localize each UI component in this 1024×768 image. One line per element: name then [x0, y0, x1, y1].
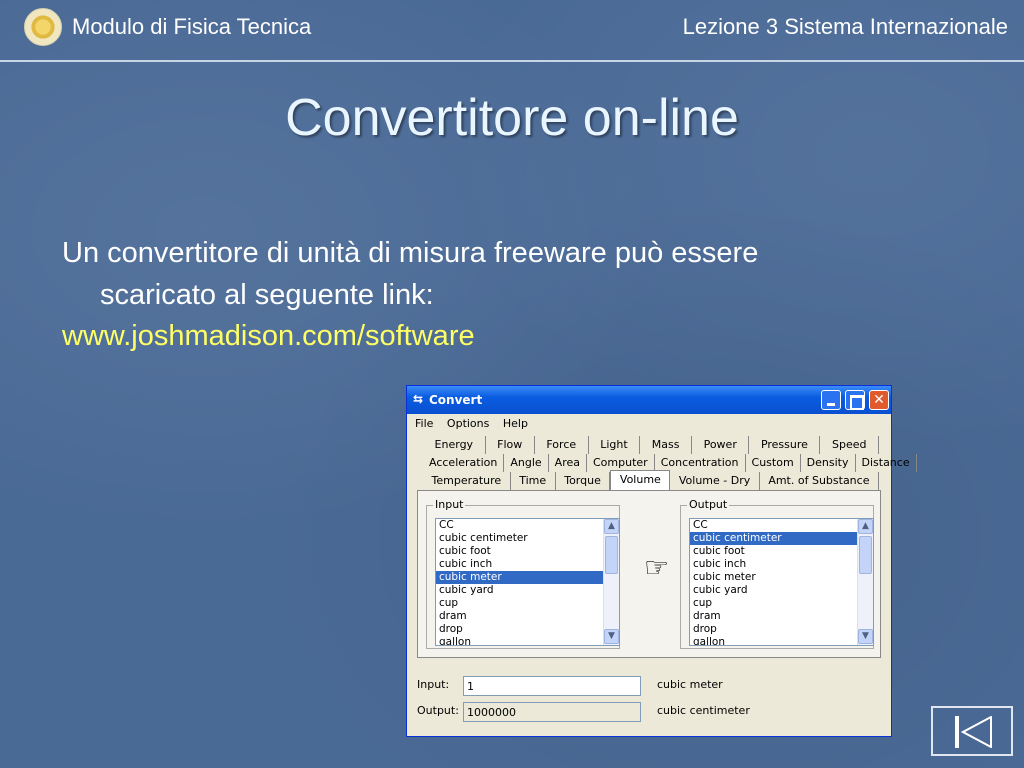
menu-bar: File Options Help	[407, 414, 891, 434]
pointing-hand-icon: ☞	[644, 551, 670, 584]
input-group: Input CC cubic centimeter cubic foot cub…	[426, 498, 620, 649]
tab-row-3: Temperature Time Torque Volume Volume - …	[423, 470, 879, 490]
tab-power[interactable]: Power	[692, 436, 750, 454]
software-link[interactable]: www.joshmadison.com/software	[62, 320, 475, 353]
close-button[interactable]: ✕	[869, 390, 889, 410]
maximize-button[interactable]	[845, 390, 865, 410]
last-slide-button[interactable]	[931, 706, 1013, 756]
list-item[interactable]: drop	[690, 623, 857, 636]
scroll-thumb[interactable]	[859, 536, 872, 574]
window-title: Convert	[429, 393, 483, 407]
input-unit-label: cubic meter	[657, 678, 723, 691]
university-seal-icon	[24, 8, 62, 46]
tab-custom[interactable]: Custom	[746, 454, 801, 472]
volume-panel: Input CC cubic centimeter cubic foot cub…	[417, 490, 881, 658]
scroll-up-icon[interactable]: ▲	[858, 519, 873, 534]
tab-amt-of-substance[interactable]: Amt. of Substance	[760, 472, 879, 490]
tab-speed[interactable]: Speed	[820, 436, 880, 454]
header-course-title: Modulo di Fisica Tecnica	[72, 14, 312, 39]
tab-energy[interactable]: Energy	[423, 436, 486, 454]
tab-distance[interactable]: Distance	[856, 454, 917, 472]
input-group-label: Input	[433, 498, 466, 511]
list-item[interactable]: cubic centimeter	[436, 532, 603, 545]
close-icon: ✕	[873, 392, 885, 408]
paragraph-line-2: scaricato al seguente link:	[100, 279, 434, 311]
slide-paragraph: Un convertitore di unità di misura freew…	[62, 232, 922, 316]
tab-torque[interactable]: Torque	[556, 472, 611, 490]
list-item[interactable]: gallon	[436, 636, 603, 645]
minimize-button[interactable]	[821, 390, 841, 410]
output-label: Output:	[417, 704, 459, 717]
tab-time[interactable]: Time	[511, 472, 556, 490]
list-item[interactable]: gallon	[690, 636, 857, 645]
list-item[interactable]: cubic yard	[436, 584, 603, 597]
tab-light[interactable]: Light	[589, 436, 641, 454]
tab-pressure[interactable]: Pressure	[749, 436, 821, 454]
header-lesson-title: Lezione 3 Sistema Internazionale	[682, 14, 1008, 39]
list-item[interactable]: dram	[690, 610, 857, 623]
list-item[interactable]: cubic inch	[436, 558, 603, 571]
input-label: Input:	[417, 678, 450, 691]
tab-acceleration[interactable]: Acceleration	[423, 454, 505, 472]
input-list-scrollbar[interactable]: ▲ ▼	[603, 519, 619, 645]
output-unit-label: cubic centimeter	[657, 704, 750, 717]
list-item[interactable]: cubic meter	[690, 571, 857, 584]
scroll-down-icon[interactable]: ▼	[858, 629, 873, 644]
output-group-label: Output	[687, 498, 730, 511]
list-item[interactable]: cubic inch	[690, 558, 857, 571]
unit-category-tabs: Energy Flow Force Light Mass Power Press…	[423, 436, 917, 490]
scroll-up-icon[interactable]: ▲	[604, 519, 619, 534]
slide-title: Convertitore on-line	[285, 89, 739, 147]
header-divider	[0, 60, 1024, 62]
scroll-thumb[interactable]	[605, 536, 618, 574]
paragraph-line-1: Un convertitore di unità di misura freew…	[62, 237, 759, 269]
list-item[interactable]: cup	[690, 597, 857, 610]
last-slide-arrow-icon	[961, 716, 992, 748]
tab-angle[interactable]: Angle	[504, 454, 549, 472]
menu-help[interactable]: Help	[503, 417, 528, 430]
tab-density[interactable]: Density	[801, 454, 856, 472]
window-titlebar[interactable]: ⇆ Convert ✕	[407, 386, 891, 414]
list-item[interactable]: drop	[436, 623, 603, 636]
tab-volume[interactable]: Volume	[610, 470, 671, 490]
list-item[interactable]: cubic yard	[690, 584, 857, 597]
tab-temperature[interactable]: Temperature	[423, 472, 511, 490]
scroll-down-icon[interactable]: ▼	[604, 629, 619, 644]
menu-file[interactable]: File	[415, 417, 433, 430]
convert-window: ⇆ Convert ✕ File Options Help Energy Flo…	[406, 385, 917, 737]
output-unit-list[interactable]: CC cubic centimeter cubic foot cubic inc…	[689, 518, 874, 646]
list-item[interactable]: CC	[690, 519, 857, 532]
output-value-field: 1000000	[463, 702, 641, 722]
output-group: Output CC cubic centimeter cubic foot cu…	[680, 498, 874, 649]
tab-mass[interactable]: Mass	[640, 436, 693, 454]
list-item-selected[interactable]: cubic meter	[436, 571, 603, 584]
input-value-field[interactable]: 1	[463, 676, 641, 696]
tab-area[interactable]: Area	[549, 454, 587, 472]
tab-flow[interactable]: Flow	[486, 436, 535, 454]
list-item[interactable]: cup	[436, 597, 603, 610]
list-item-selected[interactable]: cubic centimeter	[690, 532, 857, 545]
list-item[interactable]: cubic foot	[436, 545, 603, 558]
input-unit-list[interactable]: CC cubic centimeter cubic foot cubic inc…	[435, 518, 620, 646]
slide-header: Modulo di Fisica Tecnica Lezione 3 Siste…	[0, 0, 1024, 62]
last-slide-icon	[955, 716, 959, 748]
menu-options[interactable]: Options	[447, 417, 489, 430]
output-list-scrollbar[interactable]: ▲ ▼	[857, 519, 873, 645]
tab-row-1: Energy Flow Force Light Mass Power Press…	[423, 436, 880, 454]
tab-volume-dry[interactable]: Volume - Dry	[670, 472, 760, 490]
list-item[interactable]: CC	[436, 519, 603, 532]
tab-force[interactable]: Force	[535, 436, 589, 454]
list-item[interactable]: dram	[436, 610, 603, 623]
list-item[interactable]: cubic foot	[690, 545, 857, 558]
convert-arrows-icon: ⇆	[413, 392, 424, 406]
